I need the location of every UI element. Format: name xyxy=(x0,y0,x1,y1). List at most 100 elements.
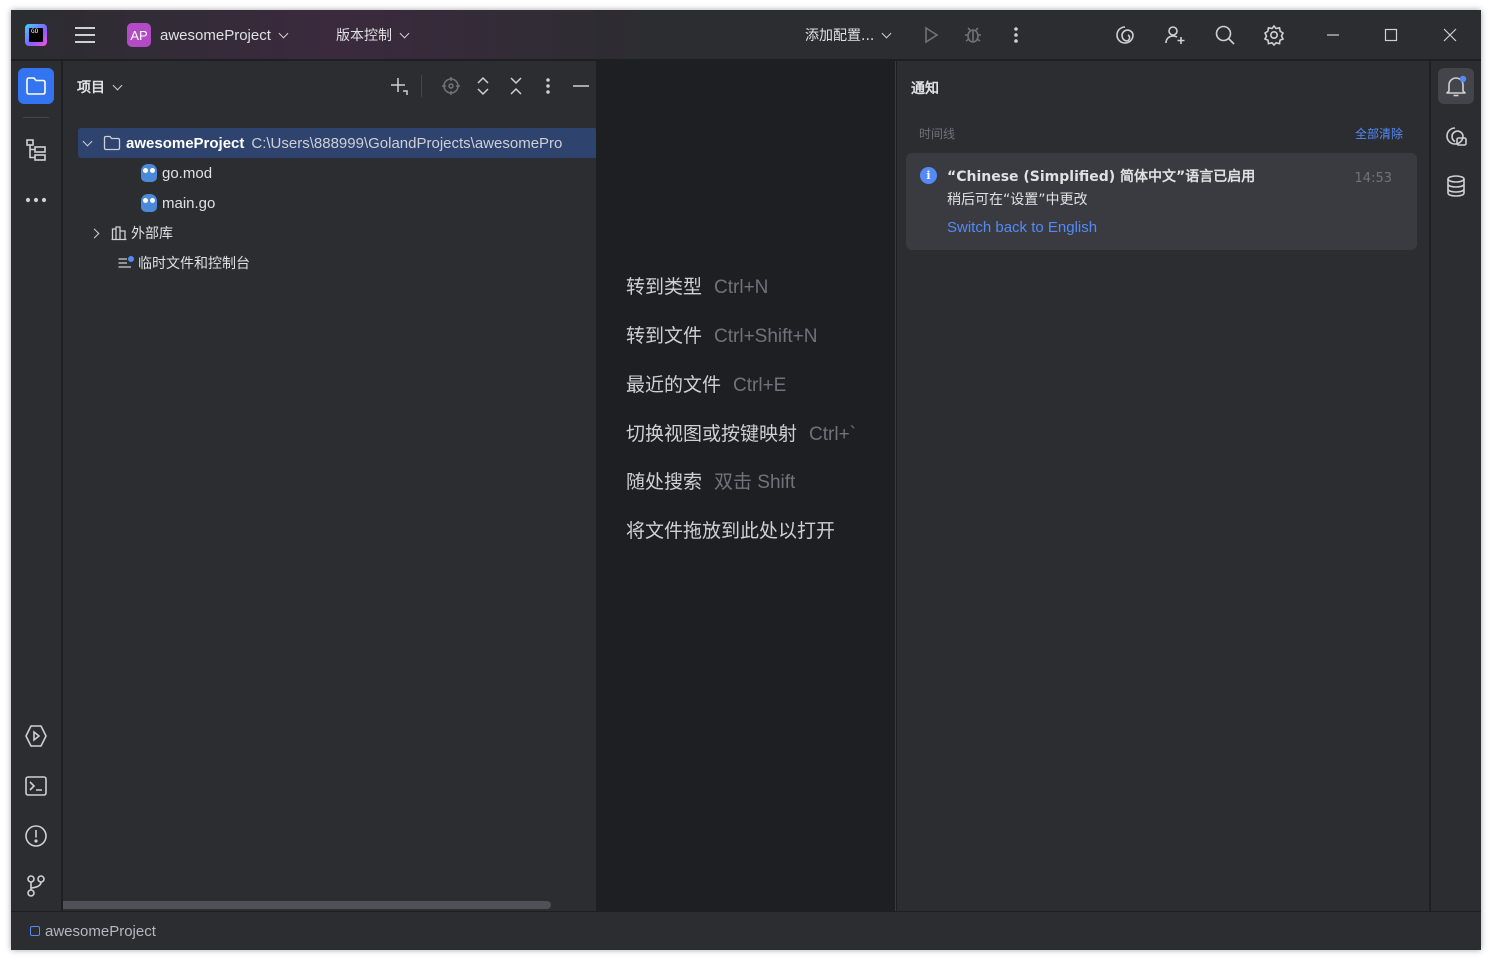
vcs-menu[interactable]: 版本控制 xyxy=(336,10,410,60)
left-tool-strip xyxy=(11,61,62,911)
more-tools-icon[interactable] xyxy=(18,182,54,218)
hint-drop-files: 将文件拖放到此处以打开 xyxy=(626,516,835,543)
database-icon[interactable] xyxy=(1438,168,1474,204)
tree-item-label: 外部库 xyxy=(131,225,173,241)
tree-item-main-go[interactable]: main.go xyxy=(63,188,596,218)
add-user-icon[interactable] xyxy=(1160,10,1190,60)
hint-shortcut: Ctrl+E xyxy=(733,375,787,396)
hint-action: 随处搜索 xyxy=(626,472,703,493)
tree-item-project-root[interactable]: awesomeProject C:\Users\888999\GolandPro… xyxy=(78,128,596,158)
project-panel-header: 项目 xyxy=(63,61,596,111)
project-tool-window: 项目 awesomeProject C:\Users\888999\Goland… xyxy=(63,61,597,911)
notification-body: 稍后可在“设置”中更改 xyxy=(947,192,1088,208)
editor-empty-area: 转到类型 Ctrl+N 转到文件 Ctrl+Shift+N 最近的文件 Ctrl+E … xyxy=(598,61,896,911)
chevron-down-icon xyxy=(399,28,410,38)
project-view-selector[interactable]: 项目 xyxy=(77,77,123,97)
hint-action: 转到类型 xyxy=(626,277,703,298)
hint-switch-view: 切换视图或按键映射 Ctrl+` xyxy=(626,419,856,446)
more-actions-icon[interactable] xyxy=(1001,10,1031,60)
project-root-label: awesomeProject xyxy=(126,134,245,152)
git-branch-icon[interactable] xyxy=(18,868,54,904)
status-bar: awesomeProject xyxy=(11,911,1481,950)
hint-shortcut: Ctrl+Shift+N xyxy=(714,326,818,347)
close-button[interactable] xyxy=(1427,10,1473,60)
hint-goto-file: 转到文件 Ctrl+Shift+N xyxy=(626,321,818,348)
horizontal-scrollbar[interactable] xyxy=(63,901,551,909)
debug-icon[interactable] xyxy=(958,10,988,60)
chevron-right-icon[interactable] xyxy=(89,228,100,238)
goland-logo-icon[interactable]: GO xyxy=(25,10,47,60)
scratches-icon xyxy=(118,256,134,268)
switch-back-to-english-link[interactable]: Switch back to English xyxy=(947,219,1097,236)
tree-item-scratches[interactable]: 临时文件和控制台 xyxy=(63,248,596,278)
notifications-bell-icon[interactable] xyxy=(1438,68,1474,104)
tree-item-go-mod[interactable]: go.mod xyxy=(63,158,596,188)
hint-search-everywhere: 随处搜索 双击 Shift xyxy=(626,467,795,494)
strip-divider xyxy=(23,117,49,118)
project-badge: AP xyxy=(127,23,151,47)
maximize-button[interactable] xyxy=(1368,10,1414,60)
info-icon: i xyxy=(920,167,937,184)
library-icon xyxy=(111,226,127,241)
hint-shortcut: Ctrl+N xyxy=(714,277,769,298)
hint-action: 最近的文件 xyxy=(626,375,722,396)
header-divider xyxy=(421,75,422,97)
chevron-down-icon xyxy=(112,80,123,90)
hint-shortcut: Ctrl+` xyxy=(809,424,856,445)
add-file-icon[interactable] xyxy=(386,73,412,99)
notification-heading: “Chinese (Simplified) 简体中文”语言已启用 xyxy=(947,169,1256,185)
hint-shortcut: 双击 Shift xyxy=(714,472,796,493)
notification-card[interactable]: i “Chinese (Simplified) 简体中文”语言已启用 14:53… xyxy=(906,153,1417,250)
main-menu-icon[interactable] xyxy=(73,10,97,60)
run-config-selector[interactable]: 添加配置... xyxy=(805,10,892,60)
services-icon[interactable] xyxy=(18,718,54,754)
clear-all-link[interactable]: 全部清除 xyxy=(1355,125,1403,142)
notifications-title: 通知 xyxy=(911,81,939,97)
ide-window: GO AP awesomeProject 版本控制 添加配置... 项目 awe… xyxy=(11,10,1481,950)
right-tool-strip xyxy=(1431,61,1481,911)
hint-action: 将文件拖放到此处以打开 xyxy=(626,521,836,542)
search-icon[interactable] xyxy=(1210,10,1240,60)
notification-time: 14:53 xyxy=(1354,171,1392,186)
title-bar: GO AP awesomeProject 版本控制 添加配置... xyxy=(11,10,1481,60)
status-breadcrumb[interactable]: awesomeProject xyxy=(45,923,156,940)
chevron-down-icon[interactable] xyxy=(82,136,93,146)
ai-assistant-icon[interactable] xyxy=(1110,10,1140,60)
project-root-path: C:\Users\888999\GolandProjects\awesomePr… xyxy=(251,134,563,152)
collapse-all-icon[interactable] xyxy=(503,73,529,99)
chevron-down-icon xyxy=(881,28,892,38)
go-mod-file-icon xyxy=(141,164,157,182)
run-icon[interactable] xyxy=(916,10,946,60)
vcs-menu-label: 版本控制 xyxy=(336,28,392,44)
ai-chat-icon[interactable] xyxy=(1438,119,1474,155)
hint-action: 转到文件 xyxy=(626,326,703,347)
run-config-label: 添加配置... xyxy=(805,28,875,44)
tree-item-label: go.mod xyxy=(162,164,213,182)
terminal-icon[interactable] xyxy=(18,768,54,804)
expand-all-icon[interactable] xyxy=(470,73,496,99)
go-file-icon xyxy=(141,194,157,212)
project-panel-title: 项目 xyxy=(77,80,105,96)
options-icon[interactable] xyxy=(535,73,561,99)
chevron-down-icon xyxy=(278,28,289,38)
project-tool-button[interactable] xyxy=(18,68,54,104)
project-switcher-label: awesomeProject xyxy=(160,26,271,44)
tree-item-label: 临时文件和控制台 xyxy=(138,255,250,271)
logo-text: GO xyxy=(31,28,39,35)
folder-icon xyxy=(103,135,121,151)
tree-item-label: main.go xyxy=(162,194,216,212)
module-icon xyxy=(30,926,40,936)
hint-goto-type: 转到类型 Ctrl+N xyxy=(626,272,768,299)
problems-icon[interactable] xyxy=(18,818,54,854)
timeline-label: 时间线 xyxy=(919,127,956,141)
hint-action: 切换视图或按键映射 xyxy=(626,424,798,445)
tree-item-external-libraries[interactable]: 外部库 xyxy=(63,218,596,248)
hide-panel-icon[interactable] xyxy=(568,73,594,99)
structure-icon[interactable] xyxy=(18,132,54,168)
gear-icon[interactable] xyxy=(1259,10,1289,60)
minimize-button[interactable] xyxy=(1310,10,1356,60)
notifications-tool-window: 通知 时间线 全部清除 i “Chinese (Simplified) 简体中文… xyxy=(897,61,1430,911)
hint-recent-files: 最近的文件 Ctrl+E xyxy=(626,370,786,397)
locate-file-icon[interactable] xyxy=(438,73,464,99)
project-switcher[interactable]: AP awesomeProject xyxy=(127,10,289,60)
